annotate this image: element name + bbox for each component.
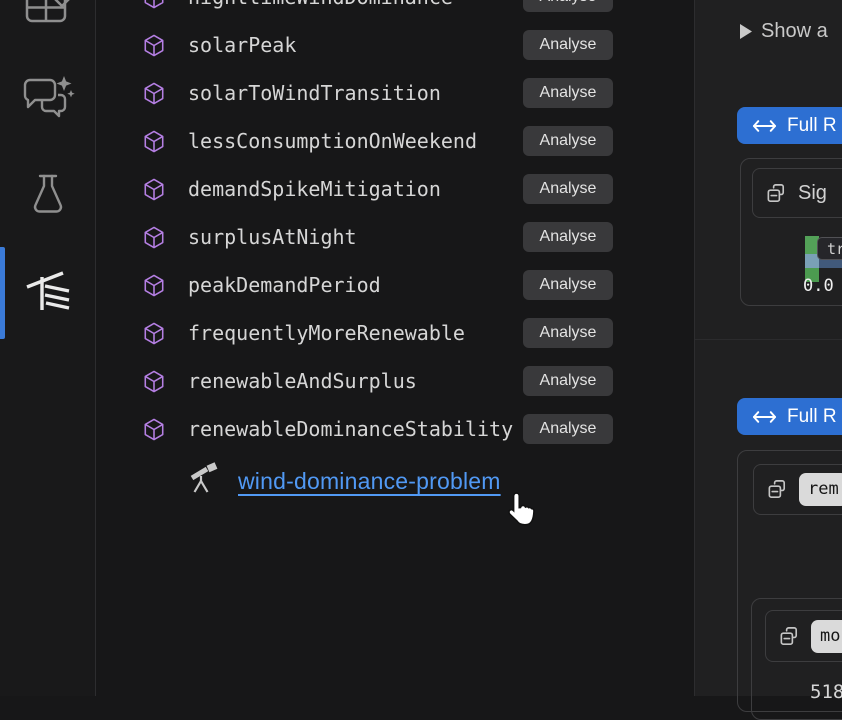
app-window: { "sidebar": { "icons": [ { "name": "ext… xyxy=(0,0,842,696)
activitybar-item-chat[interactable] xyxy=(0,74,95,126)
disclosure-triangle-icon xyxy=(740,24,752,39)
metric-badge-pill: mo xyxy=(811,620,842,653)
left-right-arrow-icon xyxy=(752,408,777,426)
list-item: renewableAndSurplus Analyse xyxy=(96,357,694,405)
details-panel: Show a Full R Sig tr 0.0 xyxy=(695,0,842,696)
package-cube-icon xyxy=(143,418,165,441)
report-card-badge[interactable]: rem xyxy=(753,464,842,515)
package-cube-icon xyxy=(143,178,165,201)
metric-card-badge[interactable]: mo xyxy=(765,610,842,662)
list-item-label: demandSpikeMitigation xyxy=(188,177,441,201)
list-item: peakDemandPeriod Analyse xyxy=(96,261,694,309)
full-range-button-2[interactable]: Full R xyxy=(737,398,842,435)
package-cube-icon xyxy=(143,274,165,297)
extensions-icon xyxy=(24,0,72,24)
package-cube-icon xyxy=(143,370,165,393)
analyse-button[interactable]: Analyse xyxy=(523,30,613,60)
signal-axis-value: 0.0 xyxy=(803,276,834,296)
activity-bar xyxy=(0,0,95,696)
list-item: solarPeak Analyse xyxy=(96,21,694,69)
metric-card: mo 5181 xyxy=(751,598,842,720)
copy-icon[interactable] xyxy=(765,182,788,205)
show-all-label: Show a xyxy=(761,20,828,43)
show-all-toggle[interactable]: Show a xyxy=(740,20,828,43)
signals-icon xyxy=(26,270,70,312)
chat-sparkle-icon xyxy=(20,74,76,126)
activitybar-item-tests[interactable] xyxy=(0,174,95,214)
report-card: rem mo 5181 xyxy=(737,450,842,712)
analyse-button[interactable]: Analyse xyxy=(523,270,613,300)
analyse-button[interactable]: Analyse xyxy=(523,78,613,108)
list-item: demandSpikeMitigation Analyse xyxy=(96,165,694,213)
analyse-button[interactable]: Analyse xyxy=(523,318,613,348)
package-cube-icon xyxy=(143,82,165,105)
activitybar-item-extensions[interactable] xyxy=(0,0,95,24)
analyse-button[interactable]: Analyse xyxy=(523,366,613,396)
analyse-button[interactable]: Analyse xyxy=(523,414,613,444)
list-item-label: solarToWindTransition xyxy=(188,81,441,105)
package-cube-icon xyxy=(143,0,165,9)
analyse-button[interactable]: Analyse xyxy=(523,0,613,12)
telescope-icon xyxy=(188,462,220,496)
beaker-icon xyxy=(30,174,66,214)
signal-list-panel: nighttimeWindDominance Analyse solarPeak… xyxy=(96,0,694,696)
list-item-label: solarPeak xyxy=(188,33,296,57)
full-range-button[interactable]: Full R xyxy=(737,107,842,144)
list-item: solarToWindTransition Analyse xyxy=(96,69,694,117)
cursor-pointer xyxy=(503,491,537,530)
analyse-button[interactable]: Analyse xyxy=(523,222,613,252)
package-cube-icon xyxy=(143,34,165,57)
left-right-arrow-icon xyxy=(752,117,777,135)
problem-link-row: wind-dominance-problem xyxy=(96,458,694,518)
activitybar-item-signals[interactable] xyxy=(0,270,95,312)
analyse-button[interactable]: Analyse xyxy=(523,126,613,156)
list-item-label: nighttimeWindDominance xyxy=(188,0,453,9)
signal-card: Sig tr 0.0 xyxy=(740,158,842,306)
section-divider xyxy=(695,339,842,340)
list-item: lessConsumptionOnWeekend Analyse xyxy=(96,117,694,165)
report-badge-pill: rem xyxy=(799,473,842,506)
copy-icon[interactable] xyxy=(766,478,789,501)
full-range-label: Full R xyxy=(787,115,837,137)
analyse-button[interactable]: Analyse xyxy=(523,174,613,204)
list-item-label: renewableAndSurplus xyxy=(188,369,417,393)
list-item-label: renewableDominanceStability xyxy=(188,417,513,441)
package-cube-icon xyxy=(143,130,165,153)
package-cube-icon xyxy=(143,226,165,249)
signal-badge-label: Sig xyxy=(798,182,827,205)
signal-tooltip: tr xyxy=(817,237,842,260)
package-cube-icon xyxy=(143,322,165,345)
list-item-label: lessConsumptionOnWeekend xyxy=(188,129,477,153)
problem-link[interactable]: wind-dominance-problem xyxy=(238,468,501,495)
copy-icon[interactable] xyxy=(778,625,801,648)
list-item: surplusAtNight Analyse xyxy=(96,213,694,261)
list-item-label: frequentlyMoreRenewable xyxy=(188,321,465,345)
list-item: frequentlyMoreRenewable Analyse xyxy=(96,309,694,357)
metric-value: 5181 xyxy=(810,681,842,703)
list-item: nighttimeWindDominance Analyse xyxy=(96,0,694,21)
full-range-label-2: Full R xyxy=(787,406,837,428)
signal-card-badge[interactable]: Sig xyxy=(752,168,842,218)
list-item-label: peakDemandPeriod xyxy=(188,273,381,297)
list-item-label: surplusAtNight xyxy=(188,225,357,249)
list-item: renewableDominanceStability Analyse xyxy=(96,405,694,453)
active-view-indicator xyxy=(0,247,5,339)
